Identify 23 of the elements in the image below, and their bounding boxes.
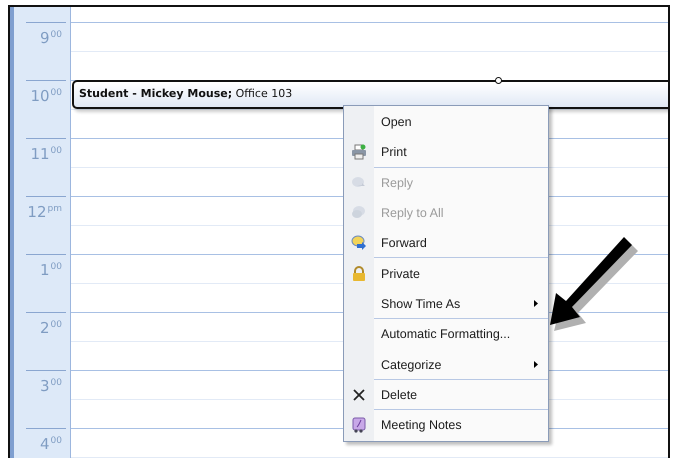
time-label: 1$^{00}$	[40, 262, 62, 279]
menu-item[interactable]: Open	[374, 107, 548, 138]
notes-icon	[351, 417, 367, 434]
menu-item[interactable]: Categorize	[374, 349, 548, 380]
time-label: 2$^{00}$	[40, 320, 62, 337]
time-label: 11$^{00}$	[30, 146, 62, 163]
menu-item[interactable]: Automatic Formatting...	[374, 319, 548, 350]
time-label: 4$^{00}$	[40, 436, 62, 453]
appointment-block[interactable]: Student - Mickey Mouse; Office 103	[72, 80, 668, 109]
forward-icon	[351, 235, 367, 252]
menu-item[interactable]: Delete	[374, 380, 548, 410]
time-label: 9$^{00}$	[40, 30, 62, 47]
x-icon	[352, 388, 366, 402]
menu-item[interactable]: Forward	[374, 228, 548, 258]
printer-icon	[351, 144, 367, 160]
time-label: 12$^{pm}$	[27, 204, 62, 221]
padlock-icon	[352, 266, 366, 282]
time-label: 10$^{00}$	[30, 88, 62, 105]
menu-item[interactable]: Show Time As	[374, 288, 548, 320]
time-label: 3$^{00}$	[40, 378, 62, 395]
menu-item[interactable]: Meeting Notes	[374, 410, 548, 440]
menu-item[interactable]: Private	[374, 258, 548, 289]
menu-item[interactable]: Print	[374, 137, 548, 168]
